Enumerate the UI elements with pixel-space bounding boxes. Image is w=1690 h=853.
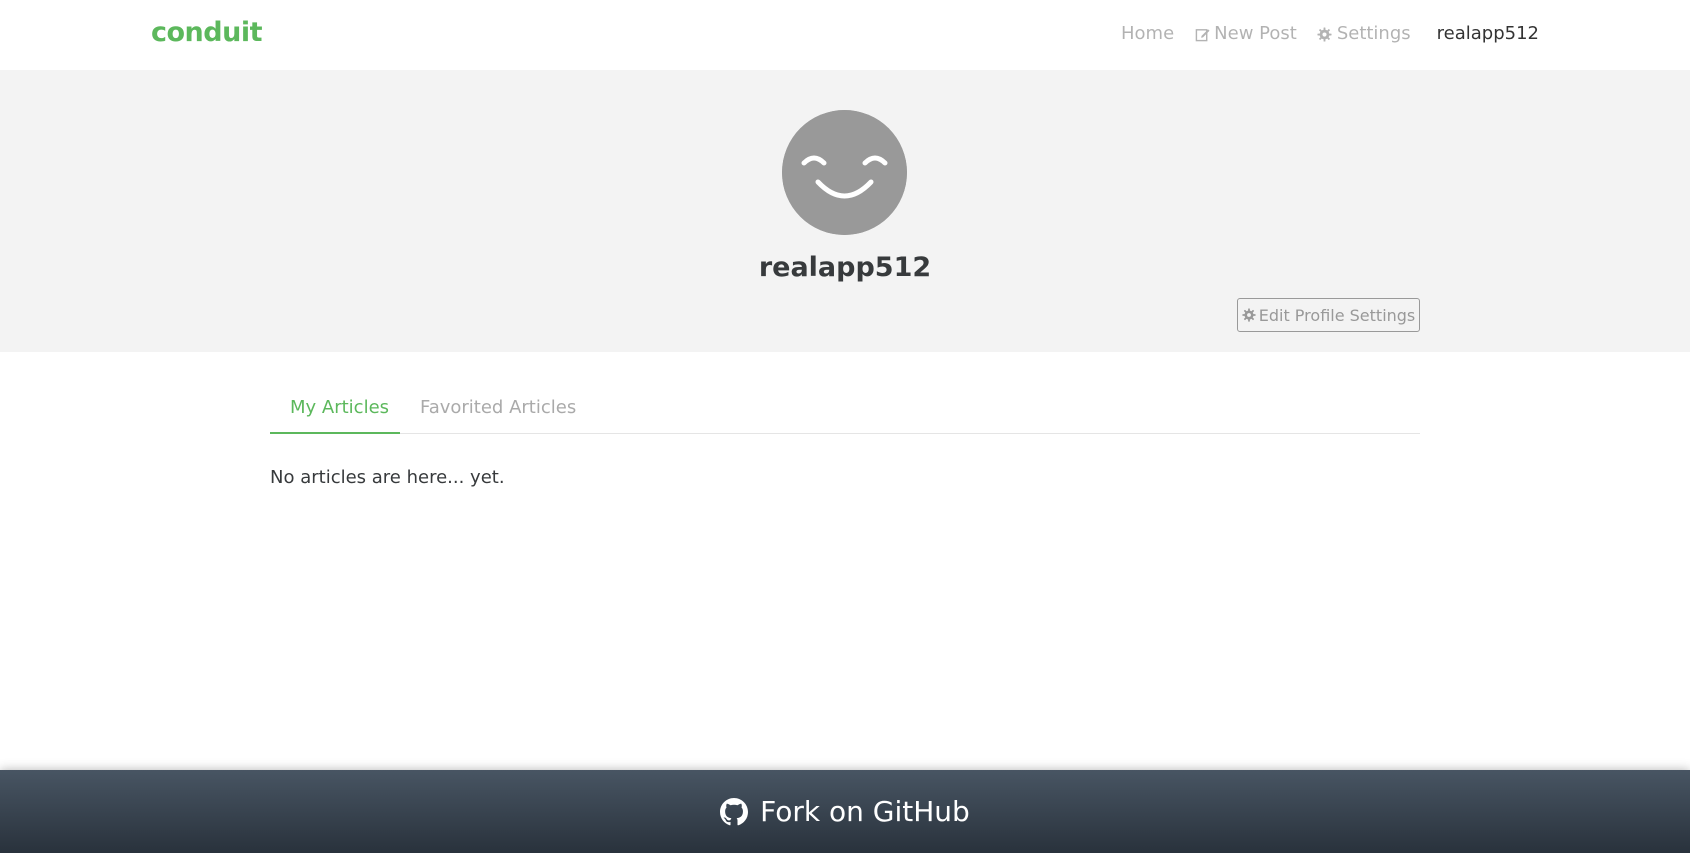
nav-new-post-label: New Post: [1214, 23, 1297, 44]
tab-my-articles[interactable]: My Articles: [270, 384, 400, 434]
brand-logo[interactable]: conduit: [151, 15, 263, 51]
github-icon: [720, 797, 749, 826]
smiley-avatar-icon: [782, 110, 907, 235]
profile-banner: realapp512 Edit Profile Settings: [0, 70, 1690, 352]
navbar: conduit Home New Post Settings realapp51…: [0, 0, 1690, 70]
profile-avatar: [782, 110, 907, 235]
fork-on-github-label: Fork on GitHub: [760, 795, 970, 828]
nav-new-post-link[interactable]: New Post: [1194, 22, 1297, 46]
empty-articles-message: No articles are here... yet.: [270, 467, 505, 488]
edit-profile-settings-label: Edit Profile Settings: [1258, 305, 1416, 325]
tab-favorited-articles[interactable]: Favorited Articles: [400, 384, 596, 434]
nav-home-label: Home: [1121, 23, 1175, 44]
nav-settings-link[interactable]: Settings: [1317, 22, 1411, 46]
nav-profile-link[interactable]: realapp512: [1437, 22, 1539, 46]
nav-home-link[interactable]: Home: [1121, 22, 1174, 46]
fork-on-github-link[interactable]: Fork on GitHub: [0, 770, 1690, 853]
articles-tabs: My Articles Favorited Articles: [270, 384, 1420, 434]
nav-links: Home New Post Settings realapp512: [1101, 20, 1539, 48]
edit-icon: [1194, 26, 1210, 42]
edit-profile-settings-button[interactable]: Edit Profile Settings: [1237, 298, 1420, 332]
profile-username: realapp512: [758, 252, 932, 283]
gear-icon: [1242, 308, 1256, 322]
nav-settings-label: Settings: [1336, 23, 1411, 44]
nav-profile-label: realapp512: [1436, 23, 1539, 44]
gear-icon: [1317, 26, 1333, 42]
